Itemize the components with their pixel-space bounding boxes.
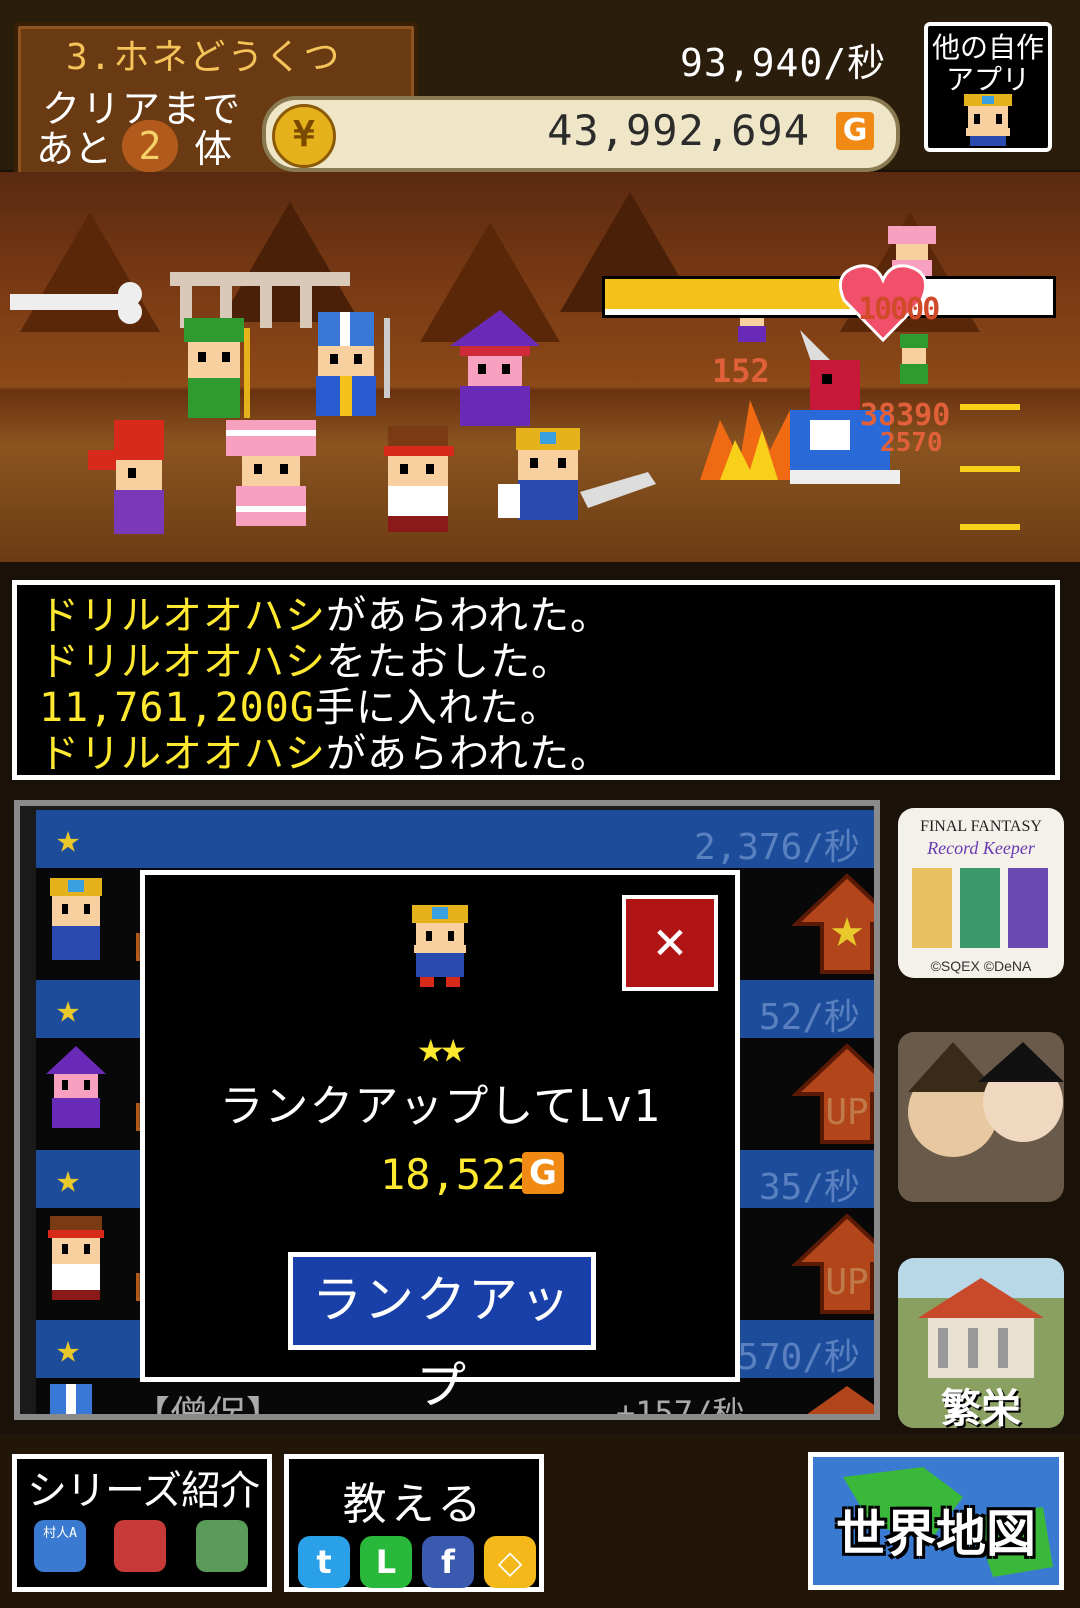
mini-icon-label: 村人A xyxy=(43,1526,77,1541)
rank-up-cost: 18,522 xyxy=(380,1150,532,1199)
king-hero-icon xyxy=(408,905,472,987)
king-hero-sprite xyxy=(498,428,656,520)
gold-unit-icon: G xyxy=(522,1152,564,1194)
ad-title: 繁栄 xyxy=(941,1386,1021,1428)
log-line: 11,761,200G手に入れた。 xyxy=(39,685,1033,731)
log-text: をたおした。 xyxy=(326,639,572,685)
arrow-projectiles xyxy=(960,404,1020,530)
rank-rate: 570/秒 xyxy=(737,1337,860,1378)
rank-up-description: ランクアップしてLv1 xyxy=(219,1081,661,1132)
log-text: があらわれた。 xyxy=(326,731,611,777)
martial-hero-sprite xyxy=(384,426,454,532)
ad-subtitle: Record Keeper xyxy=(927,838,1035,858)
archer-hero-sprite xyxy=(184,318,250,418)
witch-hero-sprite xyxy=(450,310,540,426)
log-highlight: ドリルオオハシ xyxy=(39,731,326,777)
level-up-arrow-button[interactable]: UP xyxy=(792,1212,880,1316)
coin-icon: ¥ xyxy=(272,104,336,168)
level-up-arrow-button[interactable]: UP xyxy=(792,1042,880,1146)
fighter-hero-sprite xyxy=(88,420,164,534)
gold-value: 43,992,694 xyxy=(547,106,810,155)
up-arrow-label: ★ xyxy=(829,910,865,956)
ad-characters-art xyxy=(898,1032,1064,1202)
hero-app-icon[interactable] xyxy=(114,1520,166,1572)
line-icon[interactable]: L xyxy=(360,1536,412,1588)
series-intro-label: シリーズ紹介 xyxy=(27,1468,260,1514)
log-highlight: ドリルオオハシ xyxy=(39,593,326,639)
rank-rate: 35/秒 xyxy=(758,1167,860,1208)
clear-suffix: 体 xyxy=(194,127,233,171)
dancer-hero-sprite xyxy=(226,420,316,526)
rank-rate: 52/秒 xyxy=(758,997,860,1038)
log-text: 手に入れた。 xyxy=(314,685,561,731)
battle-message-log: ドリルオオハシがあらわれた。 ドリルオオハシをたおした。 11,761,200G… xyxy=(12,580,1060,780)
star-icon: ★ xyxy=(56,1156,81,1202)
level-up-arrow-button[interactable] xyxy=(792,1382,880,1420)
close-button[interactable]: × xyxy=(622,895,718,991)
martial-portrait xyxy=(48,1216,104,1300)
other-apps-label: 他の自作アプリ xyxy=(931,31,1044,96)
ad-credit: ©SQEX ©DeNA xyxy=(930,958,1032,974)
star-icon: ★ xyxy=(56,816,81,862)
dungeon-app-icon[interactable] xyxy=(196,1520,248,1572)
ad-title: FINAL FANTASY xyxy=(920,818,1042,835)
log-line: ドリルオオハシがあらわれた。 xyxy=(39,593,1033,639)
star-icon: ★ xyxy=(56,1326,81,1372)
star-icon: ★ xyxy=(56,986,81,1032)
priest-hero-sprite xyxy=(316,312,390,416)
ally-mini-archer-sprite xyxy=(900,334,928,384)
priest-portrait xyxy=(50,1384,92,1414)
rank-up-arrow-button[interactable]: ★ xyxy=(792,872,880,976)
up-arrow-label: UP xyxy=(825,1262,868,1303)
rank-stars: ★★ xyxy=(417,1022,467,1073)
twitter-icon[interactable]: t xyxy=(298,1536,350,1588)
hero-name: 【僧侶】 xyxy=(132,1393,285,1420)
rank-bar[interactable]: ★ 2,376/秒 xyxy=(36,810,874,868)
log-highlight: 11,761,200G xyxy=(39,685,315,731)
clear-prefix: あと xyxy=(36,127,113,171)
up-arrow-label: UP xyxy=(825,1092,868,1133)
damage-number: 152 xyxy=(712,352,770,390)
rank-rate: 2,376/秒 xyxy=(693,827,860,868)
share-other-icon[interactable]: ◇ xyxy=(484,1536,536,1588)
villager-a-app-icon[interactable]: 村人A xyxy=(34,1520,86,1572)
witch-portrait xyxy=(46,1046,106,1128)
rank-up-button[interactable]: ランクアップ xyxy=(288,1252,596,1415)
log-text: があらわれた。 xyxy=(326,593,611,639)
gold-unit-icon: G xyxy=(836,112,874,150)
bone-decoration xyxy=(10,282,142,324)
king-portrait xyxy=(50,878,102,960)
share-label: 教える xyxy=(342,1479,486,1530)
gold-per-second: 93,940/秒 xyxy=(680,41,887,85)
ad-characters-art xyxy=(912,868,1048,948)
remaining-count-badge: 2 xyxy=(122,120,178,172)
log-line: ドリルオオハシがあらわれた。 xyxy=(39,731,1033,777)
damage-number: 2570 xyxy=(880,428,943,458)
log-line: ドリルオオハシをたおした。 xyxy=(39,639,1033,685)
damage-number: 10000 xyxy=(858,292,940,327)
facebook-icon[interactable]: f xyxy=(422,1536,474,1588)
ad-hanei-game[interactable]: 繁栄 xyxy=(898,1258,1064,1428)
log-highlight: ドリルオオハシ xyxy=(39,639,326,685)
world-map-label: 世界地図 xyxy=(836,1505,1036,1563)
ad-final-fantasy-record-keeper[interactable]: FINAL FANTASY Record Keeper ©SQEX ©DeNA xyxy=(898,808,1064,978)
ad-anime-game[interactable] xyxy=(898,1032,1064,1202)
king-face-icon xyxy=(960,94,1016,146)
stage-name: 3.ホネどうくつ xyxy=(66,37,342,78)
hero-rate: +157/秒 xyxy=(616,1394,745,1420)
